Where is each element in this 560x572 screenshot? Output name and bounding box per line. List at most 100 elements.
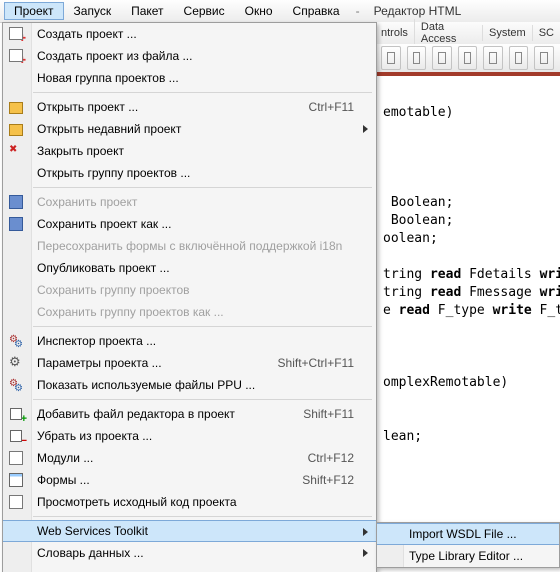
menu-package[interactable]: Пакет: [121, 2, 173, 20]
code-line: oolean;: [383, 231, 438, 246]
menu-item-label: Формы ...: [37, 473, 302, 487]
palette-icon[interactable]: [432, 46, 452, 70]
submenu-import-wsdl[interactable]: Import WSDL File ...: [377, 523, 559, 545]
menu-show-ppu[interactable]: Показать используемые файлы PPU ...: [3, 374, 376, 396]
menu-open-recent-project[interactable]: Открыть недавний проект: [3, 118, 376, 140]
web-services-submenu: Import WSDL File ... Type Library Editor…: [376, 522, 560, 568]
menu-item-label: Параметры проекта ...: [37, 356, 278, 370]
project-menu-dropdown: Создать проект ... Создать проект из фай…: [2, 22, 377, 572]
menu-item-label: Инспектор проекта ...: [37, 334, 376, 348]
menu-save-project-as[interactable]: Сохранить проект как ...: [3, 213, 376, 235]
tab-controls-partial[interactable]: ntrols: [375, 25, 414, 41]
menu-item-label: Словарь данных ...: [37, 546, 376, 560]
menu-separator: [33, 516, 372, 517]
menu-add-file[interactable]: Добавить файл редактора в проект Shift+F…: [3, 403, 376, 425]
menu-item-label: Создать проект ...: [37, 27, 376, 41]
tab-sc-partial[interactable]: SC: [532, 25, 560, 41]
save-as-icon: [8, 216, 24, 232]
submenu-arrow-icon: [363, 549, 368, 557]
open-recent-icon: [8, 121, 24, 137]
code-line: e read F_type write F_t: [383, 303, 560, 318]
menu-remove-file[interactable]: Убрать из проекта ...: [3, 425, 376, 447]
ppu-icon: [8, 377, 24, 393]
inspector-icon: [8, 333, 24, 349]
palette-icon[interactable]: [381, 46, 401, 70]
code-line: emotable): [383, 105, 453, 120]
menu-item-label: Открыть недавний проект: [37, 122, 376, 136]
code-line: lean;: [383, 429, 422, 444]
code-line: omplexRemotable): [383, 375, 508, 390]
menu-forms[interactable]: Формы ... Shift+F12: [3, 469, 376, 491]
menu-item-label: Сохранить проект: [37, 195, 376, 209]
menu-shortcut: Shift+Ctrl+F11: [278, 356, 376, 370]
menu-separator: [33, 326, 372, 327]
component-palette: [375, 44, 560, 73]
code-line: tring read Fdetails wri: [383, 267, 560, 282]
menu-service[interactable]: Сервис: [174, 2, 235, 20]
menu-window[interactable]: Окно: [235, 2, 283, 20]
palette-icon[interactable]: [509, 46, 529, 70]
add-file-icon: [8, 406, 24, 422]
menu-web-services-toolkit[interactable]: Web Services Toolkit: [3, 520, 376, 542]
menu-item-label: Новая группа проектов ...: [37, 71, 376, 85]
menu-item-label: Просмотреть исходный код проекта: [37, 495, 376, 509]
palette-icon[interactable]: [534, 46, 554, 70]
menu-item-label: Web Services Toolkit: [37, 524, 376, 538]
menu-project-inspector[interactable]: Инспектор проекта ...: [3, 330, 376, 352]
menu-new-project-from-file[interactable]: Создать проект из файла ...: [3, 45, 376, 67]
tab-system[interactable]: System: [482, 25, 532, 41]
menu-item-label: Открыть проект ...: [37, 100, 309, 114]
menu-item-label: Создать проект из файла ...: [37, 49, 376, 63]
tab-data-access[interactable]: Data Access: [414, 19, 482, 47]
palette-icon[interactable]: [407, 46, 427, 70]
menu-open-project-group[interactable]: Открыть группу проектов ...: [3, 162, 376, 184]
menu-project-options[interactable]: Параметры проекта ... Shift+Ctrl+F11: [3, 352, 376, 374]
new-project-file-icon: [8, 48, 24, 64]
menu-shortcut: Shift+F11: [303, 407, 376, 421]
code-line: tring read Fmessage wri: [383, 285, 560, 300]
module-icon: [8, 450, 24, 466]
menu-publish-project[interactable]: Опубликовать проект ...: [3, 257, 376, 279]
submenu-type-library-editor[interactable]: Type Library Editor ...: [377, 545, 559, 567]
menu-save-project: Сохранить проект: [3, 191, 376, 213]
menu-item-label: Сохранить проект как ...: [37, 217, 376, 231]
menubar-separator: -: [350, 2, 366, 20]
menu-item-label: Сохранить группу проектов: [37, 283, 376, 297]
menu-item-label: Опубликовать проект ...: [37, 261, 376, 275]
menu-save-group-as: Сохранить группу проектов как ...: [3, 301, 376, 323]
code-line: Boolean;: [383, 213, 453, 228]
menu-shortcut: Ctrl+F12: [308, 451, 376, 465]
source-icon: [8, 494, 24, 510]
new-project-icon: [8, 26, 24, 42]
menu-new-project[interactable]: Создать проект ...: [3, 23, 376, 45]
menu-open-project[interactable]: Открыть проект ... Ctrl+F11: [3, 96, 376, 118]
menu-item-label: Открыть группу проектов ...: [37, 166, 376, 180]
menu-shortcut: Shift+F12: [302, 473, 376, 487]
active-editor-title: Редактор HTML: [366, 2, 470, 20]
menu-item-label: Убрать из проекта ...: [37, 429, 376, 443]
code-line: Boolean;: [383, 195, 453, 210]
menu-view-source[interactable]: Просмотреть исходный код проекта: [3, 491, 376, 513]
menu-save-group: Сохранить группу проектов: [3, 279, 376, 301]
menu-item-label: Модули ...: [37, 451, 308, 465]
menu-close-project[interactable]: Закрыть проект: [3, 140, 376, 162]
palette-icon[interactable]: [458, 46, 478, 70]
menu-data-dictionary[interactable]: Словарь данных ...: [3, 542, 376, 564]
close-icon: [8, 143, 24, 159]
form-icon: [8, 472, 24, 488]
palette-icon[interactable]: [483, 46, 503, 70]
open-icon: [8, 99, 24, 115]
menu-item-label: Import WSDL File ...: [409, 527, 517, 541]
menu-separator: [33, 187, 372, 188]
component-tabs: ntrols Data Access System SC: [375, 22, 560, 45]
menu-project[interactable]: Проект: [4, 2, 64, 20]
menu-help[interactable]: Справка: [283, 2, 350, 20]
menu-run[interactable]: Запуск: [64, 2, 122, 20]
submenu-arrow-icon: [363, 528, 368, 536]
code-editor[interactable]: emotable) Boolean; Boolean; oolean; trin…: [375, 72, 560, 572]
menu-item-label: Добавить файл редактора в проект: [37, 407, 303, 421]
menu-modules[interactable]: Модули ... Ctrl+F12: [3, 447, 376, 469]
menu-new-project-group[interactable]: Новая группа проектов ...: [3, 67, 376, 89]
remove-file-icon: [8, 428, 24, 444]
menu-resave-i18n: Пересохранить формы с включённой поддерж…: [3, 235, 376, 257]
